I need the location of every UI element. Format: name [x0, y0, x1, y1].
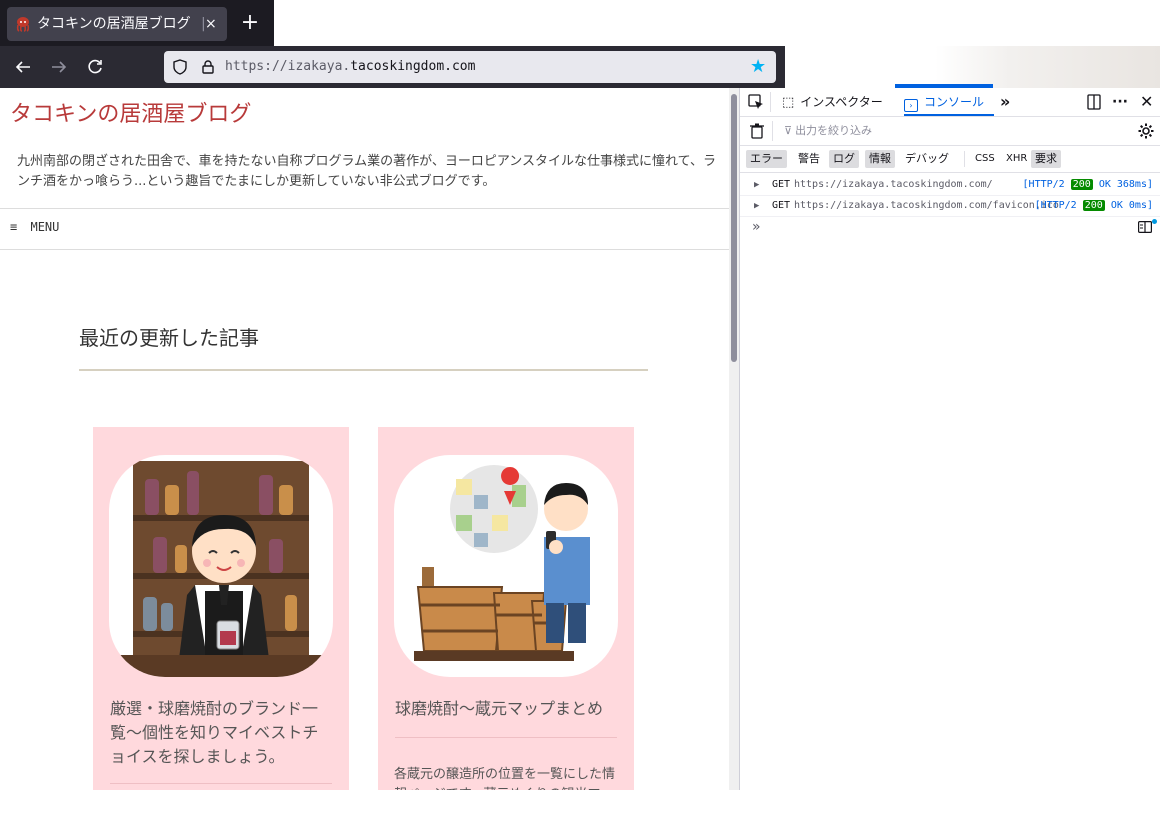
meatball-menu-icon[interactable]: ··· [1112, 88, 1128, 116]
section-title: 最近の更新した記事 [79, 326, 259, 350]
level-css[interactable]: CSS [971, 150, 999, 168]
url-prefix: https://izakaya. [225, 59, 351, 74]
close-devtools-icon[interactable]: ✕ [1140, 88, 1153, 116]
sake-map-illustration[interactable] [394, 455, 618, 677]
log-protocol: [HTTP/2 [1022, 179, 1065, 190]
trash-icon[interactable] [750, 123, 764, 139]
expand-triangle-icon[interactable]: ▶ [754, 196, 759, 216]
tab-inspector-label: インスペクター [800, 95, 883, 109]
log-method: GET [772, 200, 791, 211]
console-log-row[interactable]: ▶ GET https://izakaya.tacoskingdom.com/ … [740, 175, 1160, 196]
inspector-icon: ⬚ [782, 95, 795, 110]
level-requests[interactable]: 要求 [1031, 150, 1061, 168]
reload-icon[interactable] [81, 46, 109, 88]
tab-strip: タコキンの居酒屋ブログ | × + [0, 0, 274, 46]
tab-title-wrap: タコキンの居酒屋ブログ | [37, 7, 206, 41]
dock-icon[interactable] [1086, 94, 1102, 110]
level-info[interactable]: 情報 [865, 150, 895, 168]
forward-arrow-icon[interactable] [45, 46, 73, 88]
article-title[interactable]: 厳選・球磨焼酎のブランド一覧〜個性を知りマイベストチョイスを探しましょう。 [110, 697, 332, 769]
page-scrollbar-thumb[interactable] [731, 94, 737, 362]
log-timing: OK 0ms] [1110, 200, 1153, 211]
devtools-toolbar: ⬚ インスペクター › コンソール » ··· ✕ [740, 88, 1160, 117]
log-method: GET [772, 179, 791, 190]
tab-console[interactable]: › コンソール [904, 88, 984, 116]
level-debug[interactable]: デバッグ [901, 150, 953, 168]
section-divider [79, 369, 648, 371]
hamburger-icon: ≡ [10, 220, 18, 234]
article-excerpt: 各蔵元の醸造所の位置を一覧にした情報ページです。蔵元めぐりの観光マップ [394, 767, 616, 790]
log-url[interactable]: https://izakaya.tacoskingdom.com/favicon… [794, 196, 1059, 216]
blog-title[interactable]: タコキンの居酒屋ブログ [10, 96, 251, 128]
navigation-toolbar: https://izakaya.tacoskingdom.com ★ [0, 46, 785, 88]
log-status: [HTTP/2 200 OK 0ms] [1035, 196, 1153, 216]
split-console-icon[interactable] [1138, 221, 1152, 233]
lock-icon[interactable] [200, 59, 216, 75]
article-card[interactable]: 厳選・球磨焼酎のブランド一覧〜個性を知りマイベストチョイスを探しましょう。 [93, 427, 349, 790]
toolbar-separator [770, 92, 771, 112]
plus-icon[interactable]: + [240, 10, 260, 36]
log-timing: OK 368ms] [1098, 179, 1153, 190]
octopus-favicon-icon [16, 17, 30, 32]
tab-console-label: コンソール [924, 95, 985, 109]
close-icon[interactable]: × [205, 7, 217, 41]
notification-dot [1152, 219, 1157, 224]
console-filter-bar: ⊽ 出力を絞り込み [740, 117, 1160, 146]
url-bar[interactable]: https://izakaya.tacoskingdom.com ★ [164, 51, 776, 83]
log-protocol: [HTTP/2 [1034, 200, 1077, 211]
web-page: タコキンの居酒屋ブログ 九州南部の閉ざされた田舎で、車を持たない自称プログラム業… [0, 88, 729, 790]
filter-separator [772, 121, 773, 141]
level-error[interactable]: エラー [746, 150, 787, 168]
console-icon: › [904, 99, 918, 112]
prompt-chevron-icon[interactable]: » [752, 219, 761, 235]
tab-inspector[interactable]: ⬚ インスペクター [782, 88, 883, 116]
tab-title: タコキンの居酒屋ブログ [37, 16, 191, 32]
status-code-badge: 200 [1070, 179, 1093, 190]
titlebar-empty [274, 0, 1160, 46]
level-warning[interactable]: 警告 [794, 150, 824, 168]
filter-placeholder: 出力を絞り込み [795, 124, 873, 137]
menu-button[interactable]: ≡ MENU [10, 220, 59, 234]
filter-input[interactable]: ⊽ 出力を絞り込み [784, 117, 872, 145]
blog-description: 九州南部の閉ざされた田舎で、車を持たない自称プログラム業の著作が、ヨーロピアンス… [17, 154, 717, 189]
url-host: tacoskingdom.com [350, 59, 476, 74]
article-divider [395, 737, 617, 738]
log-status: [HTTP/2 200 OK 368ms] [1023, 175, 1153, 195]
theme-background [785, 46, 1160, 88]
bartender-illustration[interactable] [109, 455, 333, 677]
star-icon[interactable]: ★ [750, 51, 766, 83]
level-xhr[interactable]: XHR [1002, 150, 1031, 168]
header-divider [0, 208, 729, 209]
menu-label: MENU [30, 220, 60, 234]
level-log[interactable]: ログ [829, 150, 859, 168]
back-arrow-icon[interactable] [9, 46, 37, 88]
log-url[interactable]: https://izakaya.tacoskingdom.com/ [794, 175, 993, 195]
article-title[interactable]: 球磨焼酎〜蔵元マップまとめ [395, 697, 617, 721]
levels-separator [964, 151, 965, 167]
url-text[interactable]: https://izakaya.tacoskingdom.com [225, 51, 475, 83]
more-tabs-icon[interactable]: » [1000, 88, 1010, 116]
filter-icon: ⊽ [784, 124, 793, 137]
settings-gear-icon[interactable] [1138, 123, 1154, 139]
status-code-badge: 200 [1082, 200, 1105, 211]
article-divider [110, 783, 332, 784]
article-card[interactable]: 球磨焼酎〜蔵元マップまとめ 各蔵元の醸造所の位置を一覧にした情報ページです。蔵元… [378, 427, 634, 790]
console-log-row[interactable]: ▶ GET https://izakaya.tacoskingdom.com/f… [740, 196, 1160, 217]
browser-tab[interactable]: タコキンの居酒屋ブログ | × [7, 7, 227, 41]
log-level-filters: エラー 警告 ログ 情報 デバッグ CSS XHR 要求 [740, 146, 1160, 173]
shield-icon[interactable] [172, 59, 188, 75]
devtools-panel: ⬚ インスペクター › コンソール » ··· ✕ ⊽ 出力を絞り込み エラー 警告 … [739, 88, 1160, 790]
active-tab-indicator [904, 114, 994, 116]
pick-element-icon[interactable] [748, 94, 764, 110]
menu-divider [0, 249, 729, 250]
expand-triangle-icon[interactable]: ▶ [754, 175, 759, 195]
